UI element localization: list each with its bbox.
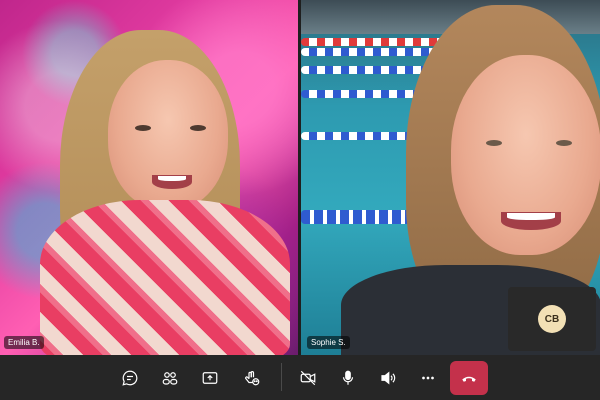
- more-options-button[interactable]: [411, 361, 445, 395]
- reactions-button[interactable]: [235, 361, 269, 395]
- participant-name-left: Emilia B.: [4, 336, 44, 349]
- chat-button[interactable]: [113, 361, 147, 395]
- more-icon: [422, 376, 434, 380]
- share-screen-icon: [202, 372, 218, 384]
- video-tile-left[interactable]: Emilia B.: [0, 0, 298, 355]
- speaker-icon: [381, 371, 396, 385]
- self-view-tile[interactable]: CB: [508, 287, 596, 351]
- microphone-icon: [342, 370, 354, 385]
- participant-name-right: Sophie S.: [307, 336, 350, 349]
- share-screen-button[interactable]: [193, 361, 227, 395]
- leave-call-button[interactable]: [450, 361, 488, 395]
- avatar: CB: [538, 305, 566, 333]
- microphone-button[interactable]: [331, 361, 365, 395]
- camera-toggle-button[interactable]: [291, 361, 325, 395]
- toolbar-divider: [281, 363, 282, 391]
- reactions-icon: [245, 371, 260, 386]
- speaker-button[interactable]: [371, 361, 405, 395]
- camera-off-icon: [300, 370, 316, 386]
- hang-up-icon: [462, 376, 476, 382]
- call-controls-bar: [0, 355, 600, 400]
- participants-button[interactable]: [153, 361, 187, 395]
- people-icon: [162, 372, 178, 385]
- chat-icon: [122, 370, 138, 386]
- video-tile-right[interactable]: Sophie S. CB: [301, 0, 600, 355]
